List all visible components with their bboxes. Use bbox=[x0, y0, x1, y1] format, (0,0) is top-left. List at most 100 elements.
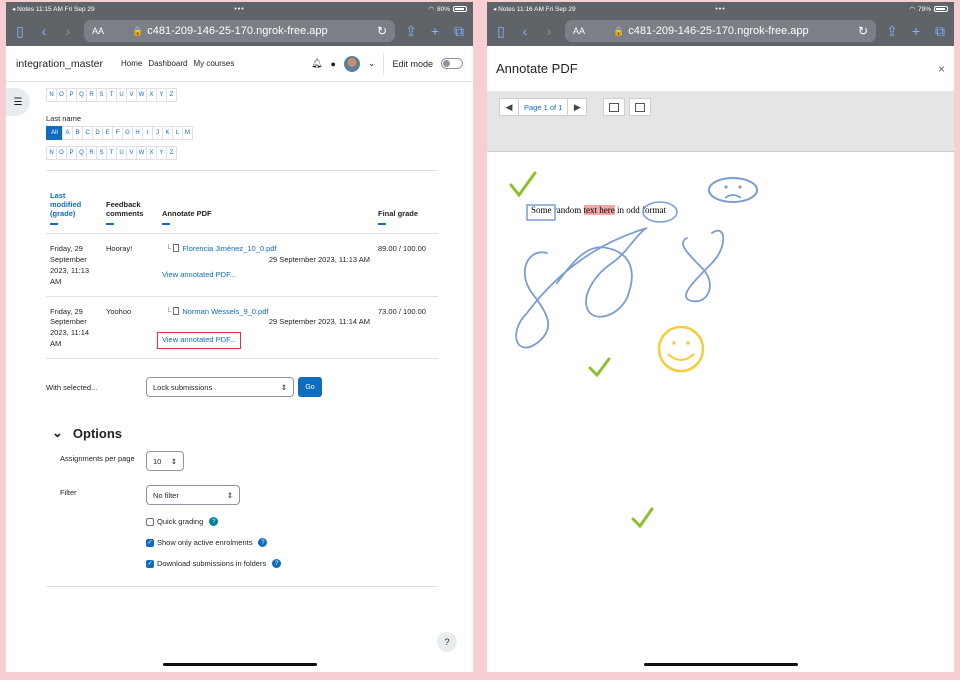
file-link[interactable]: Norman Wessels_9_0.pdf bbox=[182, 307, 268, 316]
text-size-button[interactable]: AA bbox=[92, 26, 104, 36]
address-bar[interactable]: AA 🔒 c481-209-146-25-170.ngrok-free.app … bbox=[84, 20, 395, 42]
home-indicator[interactable] bbox=[643, 663, 798, 666]
tabs-icon[interactable]: ⧉ bbox=[932, 24, 948, 38]
col-feedback: Feedback comments bbox=[102, 189, 158, 234]
sad-face-stamp[interactable] bbox=[708, 177, 758, 203]
sort-icon[interactable] bbox=[50, 223, 58, 225]
pdf-page-canvas[interactable]: Some random text here in odd format bbox=[487, 153, 954, 672]
go-button[interactable]: Go bbox=[298, 377, 322, 397]
nav-right: 🔔︎ ● ⌄ Edit mode bbox=[311, 52, 463, 75]
options-section-toggle[interactable]: ⌄ Options bbox=[52, 425, 438, 441]
share-icon[interactable]: ⇪ bbox=[884, 24, 900, 38]
freehand-drawing[interactable] bbox=[682, 230, 725, 302]
first-name-letters: N O P Q R S T U V W X Y Z bbox=[46, 88, 438, 102]
close-icon[interactable]: × bbox=[938, 62, 945, 76]
edit-mode-toggle[interactable] bbox=[441, 58, 463, 69]
status-right: ◠ 80% bbox=[428, 5, 467, 13]
letter-filter-all[interactable]: All bbox=[46, 126, 63, 140]
view-annotated-pdf-link-highlighted[interactable]: View annotated PDF... bbox=[157, 332, 242, 350]
bulk-action-value: Lock submissions bbox=[153, 382, 213, 392]
next-page-icon[interactable]: ▶ bbox=[568, 99, 586, 115]
back-to-app[interactable]: ◂ Notes bbox=[12, 6, 34, 13]
page-select[interactable]: Page 1 of 1 bbox=[518, 99, 569, 115]
text-size-button[interactable]: AA bbox=[573, 26, 585, 36]
rectangle-annotation[interactable] bbox=[526, 204, 556, 221]
sidebar-icon[interactable]: ▯ bbox=[493, 24, 509, 38]
check-stamp[interactable] bbox=[509, 171, 537, 198]
home-indicator[interactable] bbox=[162, 663, 317, 666]
bell-icon[interactable]: 🔔︎ bbox=[311, 58, 322, 69]
active-enrolments-label[interactable]: Show only active enrolments bbox=[157, 538, 252, 547]
sidebar-icon[interactable]: ▯ bbox=[12, 24, 28, 38]
url-text: c481-209-146-25-170.ngrok-free.app bbox=[628, 25, 809, 37]
messages-icon[interactable]: ● bbox=[330, 59, 335, 69]
search-comments-icon[interactable] bbox=[603, 98, 625, 116]
nav-home[interactable]: Home bbox=[121, 59, 142, 68]
table-header-row: Last modified (grade) Feedback comments … bbox=[46, 189, 438, 234]
view-annotated-pdf-link[interactable]: View annotated PDF... bbox=[162, 270, 236, 281]
help-button[interactable]: ? bbox=[437, 632, 457, 652]
with-selected-row: With selected... Lock submissions ⇕ Go bbox=[46, 377, 438, 397]
back-icon[interactable]: ‹ bbox=[36, 24, 52, 38]
collapse-icon[interactable] bbox=[162, 223, 170, 225]
row-final-grade: 73.00 / 100.00 bbox=[374, 296, 438, 359]
nav-dashboard[interactable]: Dashboard bbox=[148, 59, 187, 68]
file-link[interactable]: Florencia Jiménez_10_0.pdf bbox=[182, 244, 276, 253]
last-name-letters: All A B C D E F G H I J K L M bbox=[46, 126, 438, 140]
back-icon[interactable]: ‹ bbox=[517, 24, 533, 38]
letter-filter[interactable]: M bbox=[182, 126, 193, 140]
check-stamp[interactable] bbox=[631, 507, 654, 529]
download-folders-checkbox[interactable]: ✓ bbox=[146, 559, 154, 568]
new-tab-icon[interactable]: + bbox=[908, 24, 924, 38]
pdf-toolbar: ◀ Page 1 of 1 ▶ bbox=[487, 92, 954, 152]
filter-select[interactable]: No filter ⇕ bbox=[146, 485, 240, 505]
reload-icon[interactable]: ↻ bbox=[858, 24, 868, 38]
chevron-down-icon[interactable]: ⌄ bbox=[368, 58, 376, 69]
course-index-toggle[interactable]: ☰ bbox=[6, 88, 30, 116]
share-icon[interactable]: ⇪ bbox=[403, 24, 419, 38]
quick-grading-checkbox[interactable] bbox=[146, 517, 154, 526]
nav-my-courses[interactable]: My courses bbox=[193, 59, 234, 68]
collapse-icon[interactable] bbox=[378, 223, 386, 225]
freehand-drawing[interactable] bbox=[515, 227, 648, 349]
status-bar: ◂ Notes 11:15 AM Fri Sep 29 ••• ◠ 80% bbox=[6, 2, 473, 16]
previous-page-icon[interactable]: ◀ bbox=[500, 99, 518, 115]
help-icon[interactable]: ? bbox=[258, 538, 268, 547]
nav-divider bbox=[383, 52, 385, 75]
smiley-face-stamp[interactable] bbox=[657, 325, 705, 373]
divider bbox=[46, 170, 438, 171]
address-bar[interactable]: AA 🔒 c481-209-146-25-170.ngrok-free.app … bbox=[565, 20, 876, 42]
collapse-icon[interactable] bbox=[106, 223, 114, 225]
reload-icon[interactable]: ↻ bbox=[377, 24, 387, 38]
tabs-icon[interactable]: ⧉ bbox=[451, 24, 467, 38]
forward-icon[interactable]: › bbox=[541, 24, 557, 38]
chevron-down-icon[interactable]: ⌄ bbox=[52, 425, 63, 441]
expand-comments-icon[interactable] bbox=[629, 98, 651, 116]
multitask-dots[interactable]: ••• bbox=[715, 6, 725, 13]
wifi-icon: ◠ bbox=[428, 6, 434, 13]
check-stamp[interactable] bbox=[588, 357, 611, 378]
oval-annotation[interactable] bbox=[642, 201, 678, 223]
letter-filter[interactable]: Z bbox=[166, 146, 177, 160]
filter-label: Filter bbox=[60, 488, 77, 497]
col-last-modified-label[interactable]: Last modified (grade) bbox=[50, 191, 81, 218]
active-enrolments-checkbox[interactable]: ✓ bbox=[146, 538, 154, 547]
bulk-action-select[interactable]: Lock submissions ⇕ bbox=[146, 377, 294, 397]
back-to-app[interactable]: ◂ Notes bbox=[493, 6, 515, 13]
quick-grading-label[interactable]: Quick grading bbox=[157, 517, 203, 526]
active-enrolments-row: ✓ Show only active enrolments ? bbox=[146, 538, 438, 547]
row-annotate-cell: └ Florencia Jiménez_10_0.pdf 29 September… bbox=[158, 233, 374, 297]
letter-filter[interactable]: Z bbox=[166, 88, 177, 102]
assignments-per-page-select[interactable]: 10 ⇕ bbox=[146, 451, 184, 471]
help-icon[interactable]: ? bbox=[272, 559, 282, 568]
row-date: Friday, 29 September 2023, 11:14 AM bbox=[46, 296, 102, 359]
site-brand[interactable]: integration_master bbox=[16, 58, 103, 70]
help-icon[interactable]: ? bbox=[209, 517, 219, 526]
col-last-modified[interactable]: Last modified (grade) bbox=[46, 189, 102, 234]
assignments-per-page-value: 10 bbox=[153, 456, 162, 466]
download-folders-label[interactable]: Download submissions in folders bbox=[157, 559, 266, 568]
forward-icon[interactable]: › bbox=[60, 24, 76, 38]
new-tab-icon[interactable]: + bbox=[427, 24, 443, 38]
multitask-dots[interactable]: ••• bbox=[234, 6, 244, 13]
avatar[interactable] bbox=[343, 55, 360, 72]
